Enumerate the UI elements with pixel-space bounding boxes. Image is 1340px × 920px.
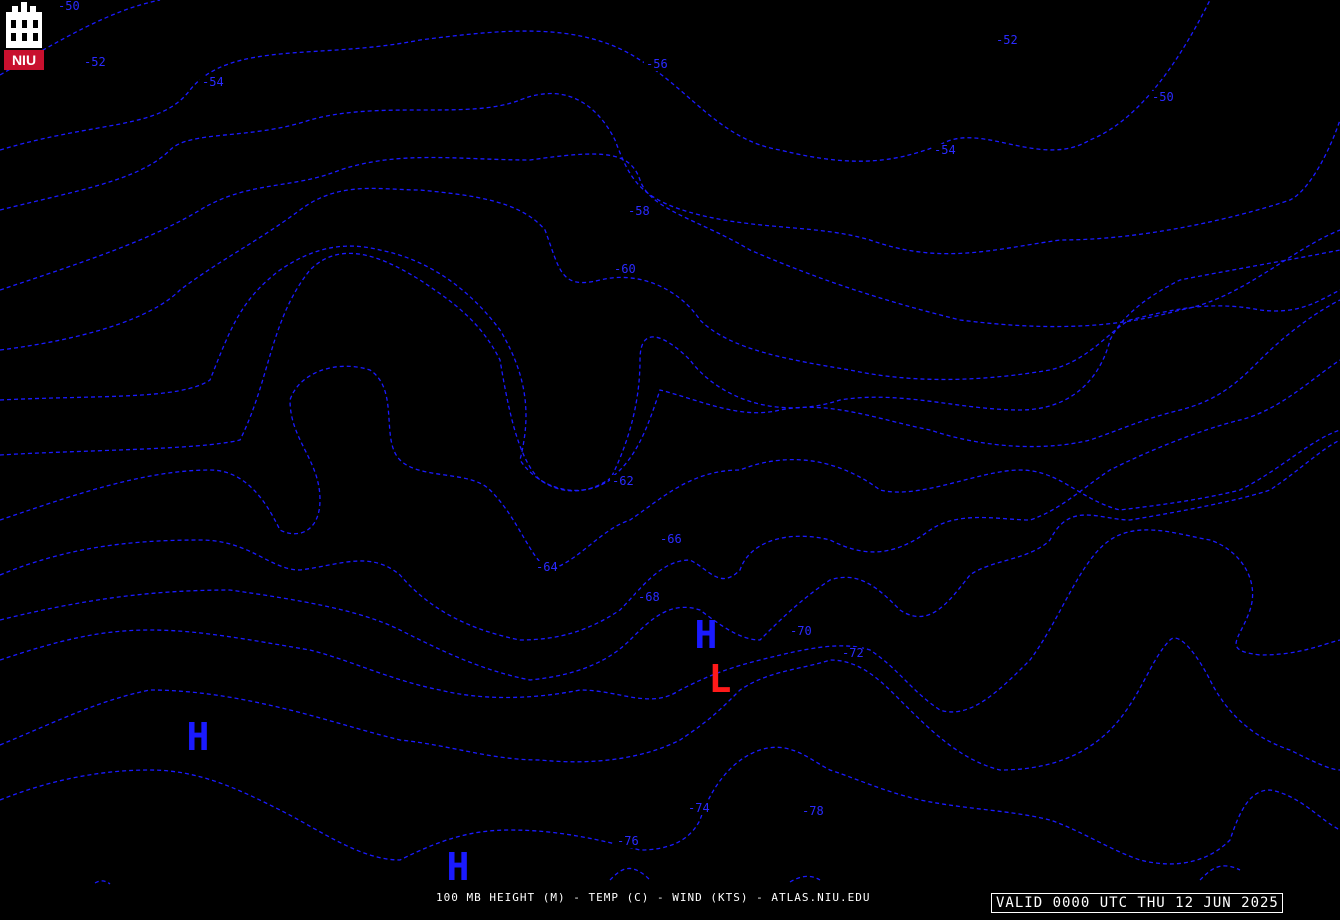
isotherm-line xyxy=(0,245,1340,492)
isotherm-line xyxy=(0,92,1340,255)
contour-label: -62 xyxy=(612,474,634,488)
isotherm-line xyxy=(0,529,1340,713)
isotherm-line xyxy=(0,746,1340,865)
isotherm-line xyxy=(0,0,1211,162)
isotherm-line xyxy=(0,439,1340,681)
contour-label: -60 xyxy=(614,262,636,276)
contour-label: -78 xyxy=(802,804,824,818)
logo-text: NIU xyxy=(12,52,36,68)
contour-label: -74 xyxy=(688,801,710,815)
contour-label: -56 xyxy=(646,57,668,71)
weather-map: -50 -52 -54 -56 -52 -50 -54 -58 -60 -62 -64 -66 -68 -… xyxy=(0,0,1340,920)
high-pressure-marker: H xyxy=(187,715,210,759)
high-pressure-marker: H xyxy=(695,613,718,657)
contour-label: -64 xyxy=(536,560,558,574)
isotherm-line xyxy=(0,153,1340,328)
isotherm-line xyxy=(0,359,1340,641)
isotherm-line xyxy=(609,867,651,881)
contour-label: -68 xyxy=(638,590,660,604)
isotherm-line xyxy=(789,875,821,883)
contour-label: -50 xyxy=(1152,90,1174,104)
contour-label: -50 xyxy=(58,0,80,13)
contour-label: -58 xyxy=(628,204,650,218)
contour-label: -54 xyxy=(202,75,224,89)
contour-label: -70 xyxy=(790,624,812,638)
pressure-centers: HHHL xyxy=(187,613,732,889)
high-pressure-marker: H xyxy=(447,845,470,889)
isotherm-line xyxy=(0,252,1340,492)
map-caption: 100 MB HEIGHT (M) - TEMP (C) - WIND (KTS… xyxy=(436,891,871,904)
niu-logo: NIU xyxy=(2,2,46,72)
contour-map: -50 -52 -54 -56 -52 -50 -54 -58 -60 -62 -64 -66 -68 -… xyxy=(0,0,1340,889)
isotherm-line xyxy=(94,880,111,885)
isotherm-line xyxy=(0,187,1340,381)
isotherm-line xyxy=(1199,865,1241,881)
valid-time-box: VALID 0000 UTC THU 12 JUN 2025 xyxy=(991,893,1283,913)
low-pressure-marker: L xyxy=(709,657,732,701)
contour-label: -76 xyxy=(617,834,639,848)
contour-label: -72 xyxy=(842,646,864,660)
contour-label: -54 xyxy=(934,143,956,157)
contour-label: -52 xyxy=(84,55,106,69)
contour-label: -52 xyxy=(996,33,1018,47)
contour-labels: -50 -52 -54 -56 -52 -50 -54 -58 -60 -62 -64 -66 -68 -… xyxy=(56,0,1174,848)
contour-label: -66 xyxy=(660,532,682,546)
